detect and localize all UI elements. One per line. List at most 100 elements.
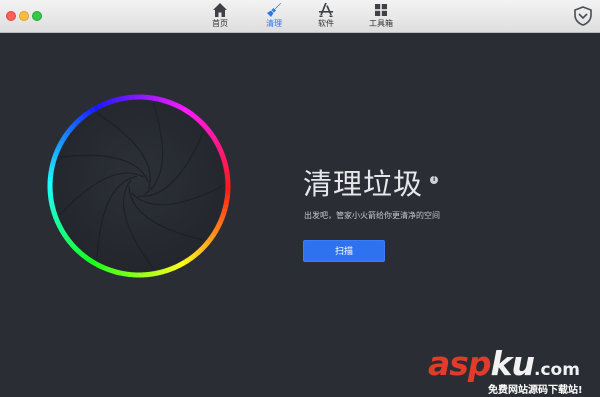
ring-segment	[184, 109, 189, 112]
tab-software-label: 软件	[300, 19, 352, 29]
ring-segment	[191, 255, 195, 258]
watermark-logo: aspku.com 免费网站源码下载站!	[428, 345, 598, 397]
ring-segment	[175, 105, 180, 107]
ring-segment	[216, 226, 219, 231]
ring-segment	[214, 138, 217, 143]
ring-segment	[148, 97, 153, 98]
ring-segment	[170, 267, 175, 269]
ring-segment	[220, 150, 222, 155]
ring-segment	[98, 265, 103, 267]
ring-segment	[72, 245, 76, 249]
ring-segment	[218, 222, 220, 227]
ring-segment	[213, 231, 216, 236]
ring-segment	[54, 153, 56, 158]
ring-segment	[222, 154, 224, 159]
ring-segment	[148, 274, 153, 275]
ring-segment	[208, 238, 211, 242]
ring-segment	[60, 141, 63, 146]
tab-home-label: 首页	[194, 19, 246, 29]
ring-segment	[73, 123, 77, 127]
ring-segment	[227, 172, 228, 177]
ring-segment	[199, 120, 203, 124]
watermark-red: asp	[428, 344, 491, 383]
ring-segment	[158, 99, 163, 100]
ring-segment	[205, 126, 208, 130]
ring-segment	[116, 99, 121, 100]
ring-segment	[79, 252, 83, 255]
tab-toolbox-label: 工具箱	[355, 19, 407, 29]
ring-segment	[220, 218, 222, 223]
ring-segment	[79, 116, 83, 119]
tab-toolbox[interactable]: 工具箱	[355, 1, 407, 32]
ring-segment	[115, 272, 120, 273]
ring-segment	[224, 158, 226, 163]
ring-segment	[222, 214, 224, 219]
ring-segment	[50, 171, 51, 176]
toolbox-icon	[373, 2, 389, 18]
ring-segment	[57, 222, 59, 227]
ring-segment	[54, 213, 56, 218]
close-window-button[interactable]	[6, 11, 16, 21]
ring-segment	[218, 146, 220, 151]
ring-segment	[187, 258, 191, 261]
minimize-window-button[interactable]	[19, 11, 29, 21]
ring-segment	[183, 261, 188, 264]
ring-segment	[51, 167, 52, 172]
tab-clean-label: 清理	[248, 19, 300, 29]
ring-segment	[225, 205, 226, 210]
title-bar: 首页 清理 软件	[0, 0, 600, 33]
ring-segment	[157, 272, 162, 273]
shield-icon[interactable]	[572, 5, 594, 27]
ring-segment	[107, 101, 112, 103]
clean-panel: 清理垃圾 i 出发吧，管家小火箭给你更清净的空间 扫描 aspku.com 免费…	[0, 33, 600, 369]
ring-segment	[62, 137, 65, 142]
ring-segment	[67, 238, 70, 242]
ring-segment	[64, 133, 67, 137]
ring-segment	[52, 162, 53, 167]
tab-clean[interactable]: 清理	[248, 1, 300, 32]
ring-segment	[91, 109, 96, 112]
watermark-domain: .com	[534, 360, 580, 380]
page-title: 清理垃圾	[303, 167, 423, 201]
ring-segment	[152, 273, 157, 274]
ring-segment	[191, 114, 195, 117]
ring-segment	[194, 252, 198, 255]
scan-button[interactable]: 扫描	[303, 240, 385, 262]
ring-segment	[175, 265, 180, 267]
ring-segment	[50, 195, 51, 200]
ring-segment	[67, 129, 70, 133]
info-icon[interactable]: i	[430, 176, 438, 184]
ring-segment	[120, 273, 125, 274]
ring-segment	[201, 246, 205, 250]
tab-software[interactable]: 软件	[300, 1, 352, 32]
ring-segment	[216, 142, 219, 147]
ring-segment	[106, 269, 111, 271]
ring-segment	[76, 248, 80, 252]
ring-segment	[161, 271, 166, 273]
broom-icon	[266, 2, 282, 18]
ring-segment	[56, 149, 58, 154]
ring-segment	[51, 199, 52, 204]
ring-segment	[76, 119, 80, 123]
ring-segment	[227, 195, 228, 200]
ring-segment	[226, 167, 227, 172]
ring-segment	[83, 114, 87, 117]
home-icon	[212, 2, 228, 18]
ring-segment	[195, 117, 199, 120]
ring-segment	[59, 226, 62, 231]
ring-segment	[53, 158, 55, 163]
ring-segment	[208, 130, 211, 134]
ring-segment	[179, 263, 184, 266]
ring-segment	[171, 103, 176, 105]
ring-segment	[198, 249, 202, 253]
title-row: 清理垃圾 i	[303, 167, 438, 203]
ring-segment	[125, 97, 130, 98]
ring-segment	[64, 234, 67, 238]
tab-home[interactable]: 首页	[194, 1, 246, 32]
ring-segment	[166, 269, 171, 271]
maximize-window-button[interactable]	[32, 11, 42, 21]
ring-segment	[162, 100, 167, 102]
ring-segment	[205, 242, 208, 246]
ring-segment	[111, 270, 116, 272]
ring-segment	[102, 267, 107, 269]
